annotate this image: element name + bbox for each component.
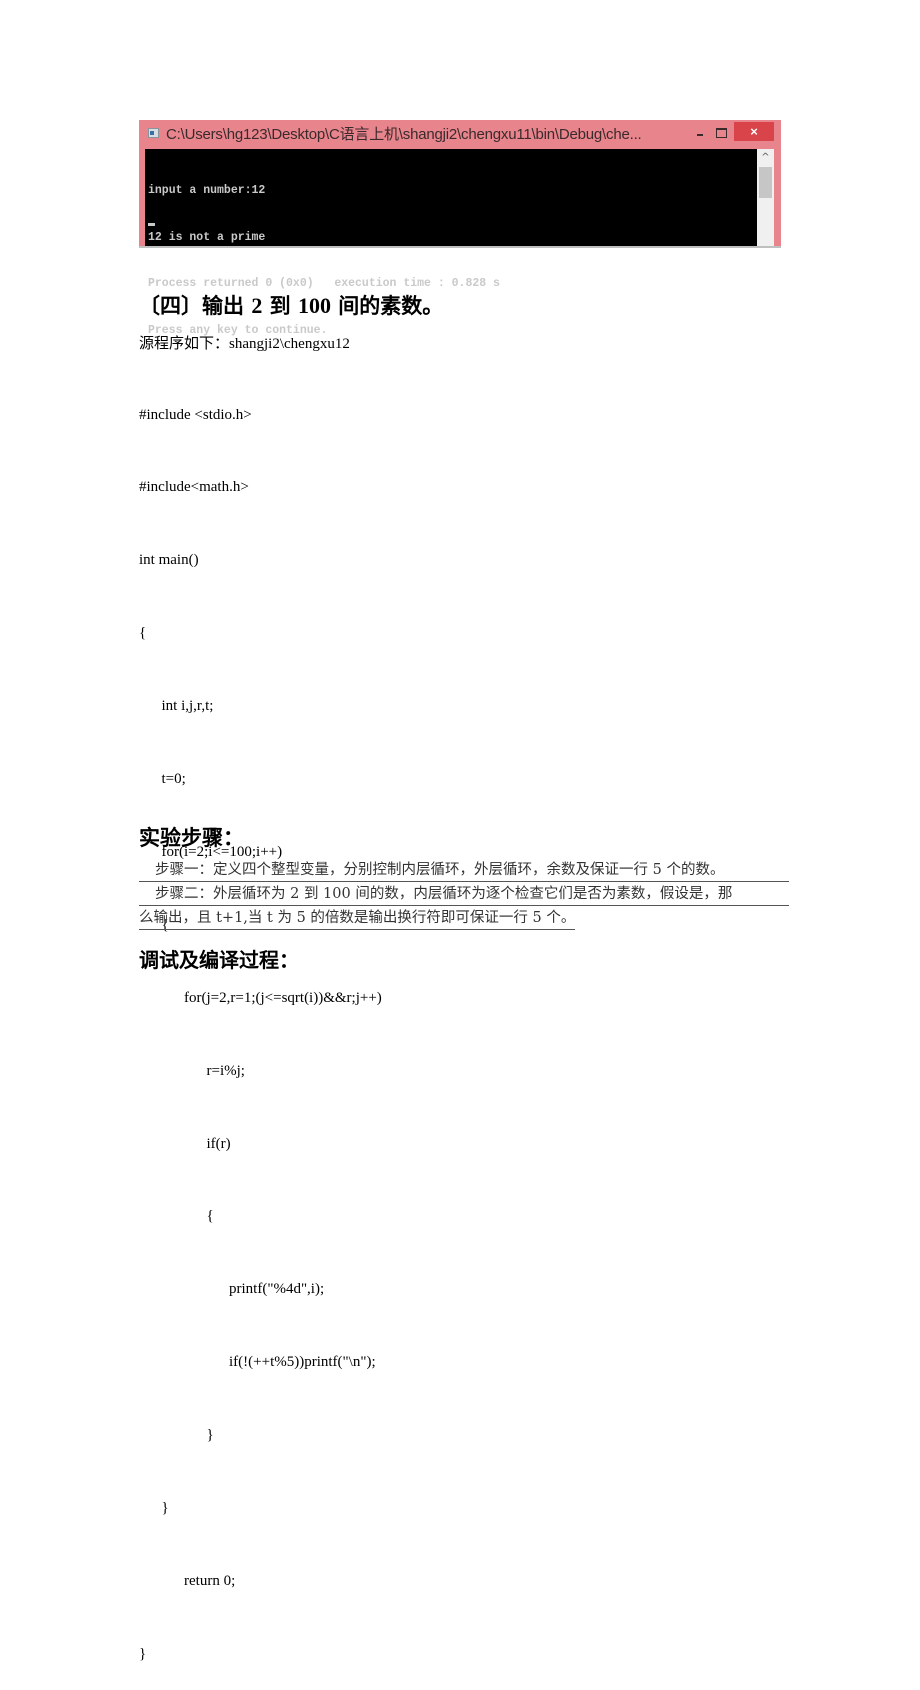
steps-block: 步骤一：定义四个整型变量，分别控制内层循环，外层循环，余数及保证一行 5 个的数… — [139, 858, 789, 930]
code-line: int i,j,r,t; — [139, 698, 214, 715]
steps-heading: 实验步骤： — [139, 826, 244, 850]
code-line: } — [139, 1427, 214, 1444]
minimize-icon — [689, 125, 711, 141]
code-line: for(j=2,r=1;(j<=sqrt(i))&&r;j++) — [139, 989, 382, 1006]
code-line: { — [139, 625, 147, 642]
step-one: 步骤一：定义四个整型变量，分别控制内层循环，外层循环，余数及保证一行 5 个的数… — [139, 858, 789, 882]
source-label: 源程序如下：shangji2\chengxu12 — [139, 336, 350, 352]
section-heading-mid: 到 — [262, 294, 298, 318]
code-line: if(r) — [139, 1135, 231, 1152]
section-heading-num1: 2 — [251, 293, 263, 318]
debug-compile-heading: 调试及编译过程： — [139, 948, 299, 972]
code-line: r=i%j; — [139, 1062, 245, 1079]
section-heading-prefix: 〔四〕输出 — [139, 294, 252, 318]
code-line: return 0; — [139, 1572, 236, 1589]
scroll-thumb — [759, 167, 772, 198]
code-listing: #include <stdio.h> #include<math.h> int … — [139, 354, 382, 1690]
section-heading: 〔四〕输出 2 到 100 间的素数。 — [139, 290, 443, 320]
console-app-icon — [148, 128, 159, 138]
code-line: t=0; — [139, 771, 186, 788]
code-line: #include<math.h> — [139, 479, 249, 496]
console-scrollbar: ^ — [757, 149, 774, 246]
code-line: int main() — [139, 552, 199, 569]
code-line: { — [139, 1208, 214, 1225]
section-heading-suffix: 间的素数。 — [330, 294, 444, 318]
code-line: } — [139, 1499, 169, 1516]
console-line: 12 is not a prime — [148, 230, 266, 244]
console-bottom-edge — [139, 246, 781, 248]
console-window-screenshot: C:\Users\hg123\Desktop\C语言上机\shangji2\ch… — [139, 120, 781, 337]
step-two: 步骤二：外层循环为 2 到 100 间的数，内层循环为逐个检查它们是否为素数，假… — [139, 882, 789, 906]
step-two-continued: 么输出，且 t+1,当 t 为 5 的倍数是输出换行符即可保证一行 5 个。 — [139, 906, 576, 930]
console-output: input a number:12 12 is not a prime Proc… — [145, 149, 757, 337]
code-line: } — [139, 1645, 147, 1662]
console-title: C:\Users\hg123\Desktop\C语言上机\shangji2\ch… — [166, 126, 642, 143]
code-line: if(!(++t%5))printf("\n"); — [139, 1354, 376, 1371]
console-titlebar: C:\Users\hg123\Desktop\C语言上机\shangji2\ch… — [139, 120, 781, 147]
scroll-up-arrow-icon: ^ — [761, 152, 770, 163]
maximize-icon — [711, 125, 733, 141]
code-line: printf("%4d",i); — [139, 1281, 325, 1298]
section-heading-num2: 100 — [297, 293, 331, 318]
code-line: #include <stdio.h> — [139, 406, 252, 423]
console-cursor — [148, 223, 155, 226]
close-icon: × — [734, 122, 774, 141]
console-line: input a number:12 — [148, 184, 266, 197]
